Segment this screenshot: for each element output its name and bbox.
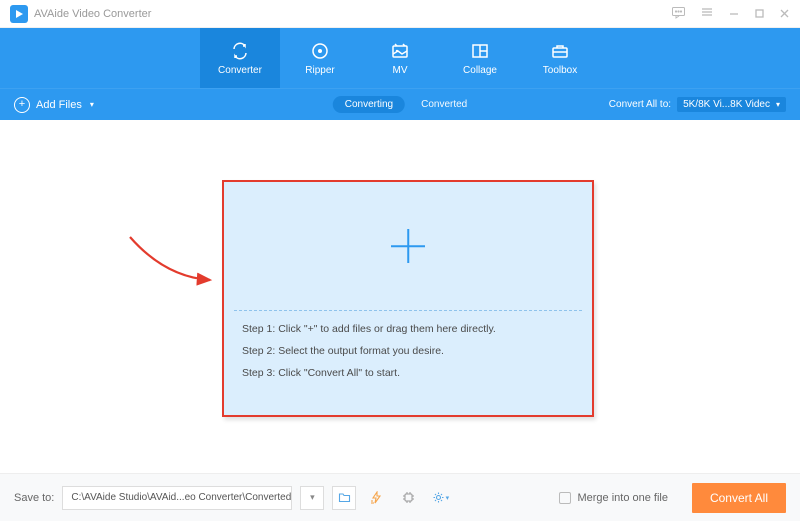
browse-folder-button[interactable]	[332, 486, 356, 510]
checkbox-icon	[559, 492, 571, 504]
minimize-icon[interactable]	[728, 6, 740, 22]
plus-circle-icon: +	[14, 97, 30, 113]
ripper-icon	[310, 41, 330, 61]
app-logo	[10, 5, 28, 23]
nav-label: MV	[393, 65, 408, 76]
step-text: Step 3: Click "Convert All" to start.	[242, 367, 574, 379]
app-title: AVAide Video Converter	[34, 8, 151, 20]
big-plus-icon	[391, 229, 425, 263]
chevron-down-icon: ▾	[776, 100, 780, 109]
format-value: 5K/8K Vi...8K Videc	[683, 99, 770, 110]
close-icon[interactable]	[779, 6, 790, 22]
drop-zone[interactable]: Step 1: Click "+" to add files or drag t…	[222, 180, 594, 417]
nav-collage[interactable]: Collage	[440, 28, 520, 88]
annotation-arrow	[125, 232, 230, 292]
title-bar: AVAide Video Converter	[0, 0, 800, 28]
add-files-button[interactable]: + Add Files ▾	[14, 97, 94, 113]
tab-converted[interactable]: Converted	[421, 99, 467, 110]
nav-toolbox[interactable]: Toolbox	[520, 28, 600, 88]
convert-all-to-label: Convert All to:	[609, 99, 671, 110]
step-text: Step 1: Click "+" to add files or drag t…	[242, 323, 574, 335]
output-format-select[interactable]: 5K/8K Vi...8K Videc ▾	[677, 97, 786, 112]
bottom-bar: Save to: C:\AVAide Studio\AVAid...eo Con…	[0, 473, 800, 521]
nav-label: Toolbox	[543, 65, 577, 76]
nav-ripper[interactable]: Ripper	[280, 28, 360, 88]
menu-icon[interactable]	[700, 5, 714, 22]
sub-toolbar: + Add Files ▾ Converting Converted Conve…	[0, 88, 800, 120]
merge-label: Merge into one file	[577, 492, 668, 504]
save-to-label: Save to:	[14, 492, 54, 504]
nav-converter[interactable]: Converter	[200, 28, 280, 88]
maximize-icon[interactable]	[754, 6, 765, 22]
tab-converting[interactable]: Converting	[333, 96, 405, 113]
speed-boost-button[interactable]	[364, 486, 388, 510]
chevron-down-icon: ▾	[446, 494, 450, 502]
nav-label: Collage	[463, 65, 497, 76]
step-text: Step 2: Select the output format you des…	[242, 345, 574, 357]
collage-icon	[470, 41, 490, 61]
chevron-down-icon: ▾	[90, 100, 94, 109]
mv-icon	[390, 41, 410, 61]
add-files-label: Add Files	[36, 99, 82, 111]
settings-button[interactable]: ▾	[428, 486, 452, 510]
merge-checkbox[interactable]: Merge into one file	[559, 492, 668, 504]
add-file-area[interactable]	[224, 182, 592, 310]
main-area: Step 1: Click "+" to add files or drag t…	[0, 120, 800, 473]
converter-icon	[230, 41, 250, 61]
chevron-down-icon: ▾	[310, 492, 315, 503]
main-nav: Converter Ripper MV Collage Toolbox	[0, 28, 800, 88]
instruction-steps: Step 1: Click "+" to add files or drag t…	[224, 311, 592, 391]
save-path-field[interactable]: C:\AVAide Studio\AVAid...eo Converter\Co…	[62, 486, 292, 510]
nav-mv[interactable]: MV	[360, 28, 440, 88]
hardware-accel-button[interactable]	[396, 486, 420, 510]
nav-label: Ripper	[305, 65, 334, 76]
path-dropdown-button[interactable]: ▾	[300, 486, 324, 510]
convert-all-button[interactable]: Convert All	[692, 483, 786, 513]
feedback-icon[interactable]	[671, 5, 686, 23]
nav-label: Converter	[218, 65, 262, 76]
toolbox-icon	[550, 41, 570, 61]
